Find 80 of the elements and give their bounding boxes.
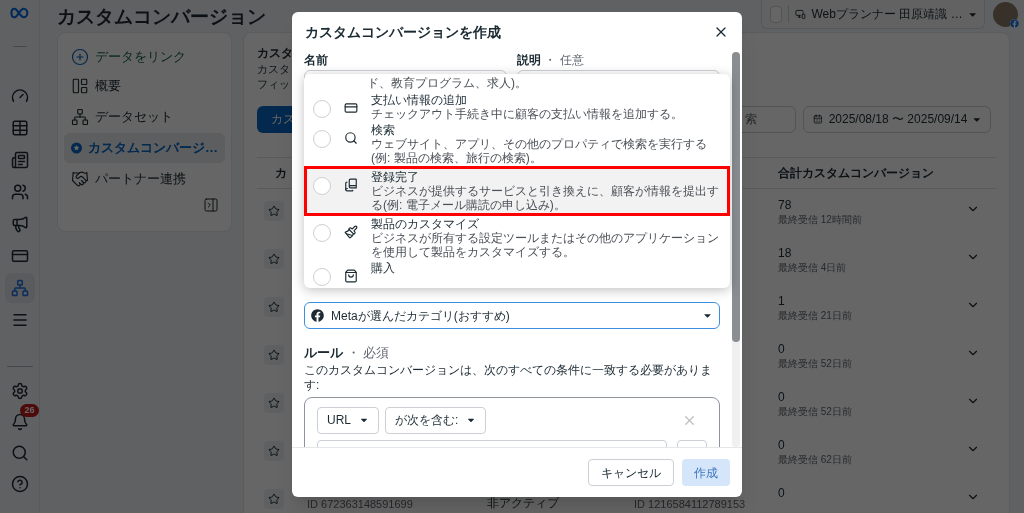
card-icon — [10, 247, 29, 265]
menu-item-title: 製品のカスタマイズ — [371, 217, 479, 231]
help-icon — [10, 475, 29, 493]
search-icon — [344, 131, 358, 145]
menu-item-title: 登録完了 — [371, 170, 419, 184]
menu-item-description: チェックアウト手続き中に顧客の支払い情報を追加する。 — [371, 107, 683, 121]
sidebar-item[interactable]: 概要 — [64, 70, 225, 101]
handshake-icon — [71, 169, 89, 188]
link-data-button[interactable]: データをリンク — [64, 43, 225, 70]
menu-icon — [10, 311, 29, 329]
search-icon — [10, 444, 29, 462]
rules-description: このカスタムコンバージョンは、次のすべての条件に一致する必要があります: — [304, 362, 713, 393]
field-label: 説明 ・ 任意 — [517, 52, 584, 68]
column-header: カ — [275, 165, 287, 180]
facebook-icon — [311, 309, 324, 322]
column-header: 合計カスタムコンバージョン — [778, 164, 935, 182]
conversion-count: 0 — [778, 485, 785, 500]
menu-item-title: 支払い情報の追加 — [371, 93, 467, 107]
table-icon — [10, 119, 29, 137]
menu-item[interactable]: 登録完了 ビジネスが提供するサービスと引き換えに、顧客が情報を提出する(例: 電子メール購読の申し込み)。 — [304, 166, 730, 216]
operator-dropdown[interactable]: が次を含む: — [385, 406, 487, 434]
sidebar-item[interactable]: カスタムコンバージ… — [64, 132, 225, 163]
rules-heading: ルール ・ 必須 — [304, 344, 390, 362]
infinity-logo[interactable] — [8, 6, 31, 20]
date-range-picker[interactable]: 2025/08/18 〜 2025/09/14 — [803, 105, 991, 133]
dialog-title: カスタムコンバージョンを作成 — [305, 22, 501, 42]
radio-button[interactable] — [313, 100, 331, 118]
status-label: 非アクティブ — [487, 495, 559, 510]
radio-button[interactable] — [313, 224, 331, 242]
megaphone-icon — [10, 215, 29, 233]
notification-badge: 26 — [20, 404, 39, 417]
menu-item-description: ビジネスが所有する設定ツールまたはその他のアプリケーションを使用して製品をカスタマイズする。 — [371, 231, 720, 259]
pages-icon — [10, 151, 29, 169]
conversion-count: 0 — [778, 389, 785, 404]
rail-button[interactable] — [4, 273, 35, 303]
conversion-count: 1 — [778, 293, 785, 308]
conversion-count: 0 — [778, 341, 785, 356]
sidebar-item[interactable]: データセット — [64, 101, 225, 132]
calendar-icon — [813, 112, 823, 126]
conversion-count: 18 — [778, 245, 792, 260]
card-subtitle: フィッ — [257, 76, 290, 92]
menu-item-description: ウェブサイト、アプリ、その他のプロパティで検索を実行する(例: 製品の検索、旅行の検索)。 — [371, 137, 708, 165]
account-name: Webプランナー 田原靖識 … — [811, 6, 963, 23]
settings-icon — [10, 382, 29, 400]
brush-icon — [344, 225, 358, 239]
field-dropdown[interactable]: URL — [317, 406, 379, 434]
page-title: カスタムコンバージョン — [57, 5, 266, 29]
document-icon — [344, 178, 358, 192]
bell-icon — [10, 413, 29, 431]
account-switcher[interactable]: Webプランナー 田原靖識 … — [761, 0, 985, 29]
category-select[interactable]: Metaが選んだカテゴリ(おすすめ) — [304, 302, 720, 329]
gauge-icon — [10, 87, 29, 105]
avatar[interactable] — [993, 2, 1018, 27]
menu-item[interactable]: 購入 — [304, 260, 730, 287]
sidebar-item[interactable]: パートナー連携 — [64, 163, 225, 194]
conversion-count: 78 — [778, 197, 792, 212]
bag-icon — [344, 269, 358, 283]
layout-icon — [71, 76, 89, 95]
menu-item-title: 購入 — [371, 261, 395, 275]
radio-button[interactable] — [313, 268, 331, 286]
people-icon — [10, 183, 29, 201]
menu-item-title: 検索 — [371, 123, 395, 137]
radio-button[interactable] — [313, 177, 331, 195]
network-icon — [71, 107, 89, 126]
cancel-button[interactable]: キャンセル — [588, 459, 674, 486]
card-icon — [344, 101, 358, 115]
facebook-badge-icon — [1010, 19, 1019, 28]
plus-circle-icon — [71, 47, 89, 66]
conversion-count: 0 — [778, 437, 785, 452]
card-subtitle: カスタ — [257, 61, 290, 77]
panel-toggle-icon[interactable] — [203, 196, 219, 213]
menu-item[interactable]: 製品のカスタマイズ ビジネスが所有する設定ツールまたはその他のアプリケーションを使用して製品をカスタマイズする。 — [304, 216, 730, 260]
menu-item-description: ド、教育プログラム、求人)。 — [366, 76, 527, 90]
source-id: ID 1216584112789153 — [634, 497, 746, 510]
card-title: カスタ — [257, 44, 293, 62]
radio-button[interactable] — [313, 130, 331, 148]
menu-item-description: ビジネスが提供するサービスと引き換えに、顧客が情報を提出する(例: 電子メール購読の申し込み)。 — [371, 184, 720, 212]
conversion-id: ID 672363148591699 — [307, 497, 413, 510]
field-label: 名前 — [304, 52, 328, 68]
network-icon — [10, 279, 29, 297]
